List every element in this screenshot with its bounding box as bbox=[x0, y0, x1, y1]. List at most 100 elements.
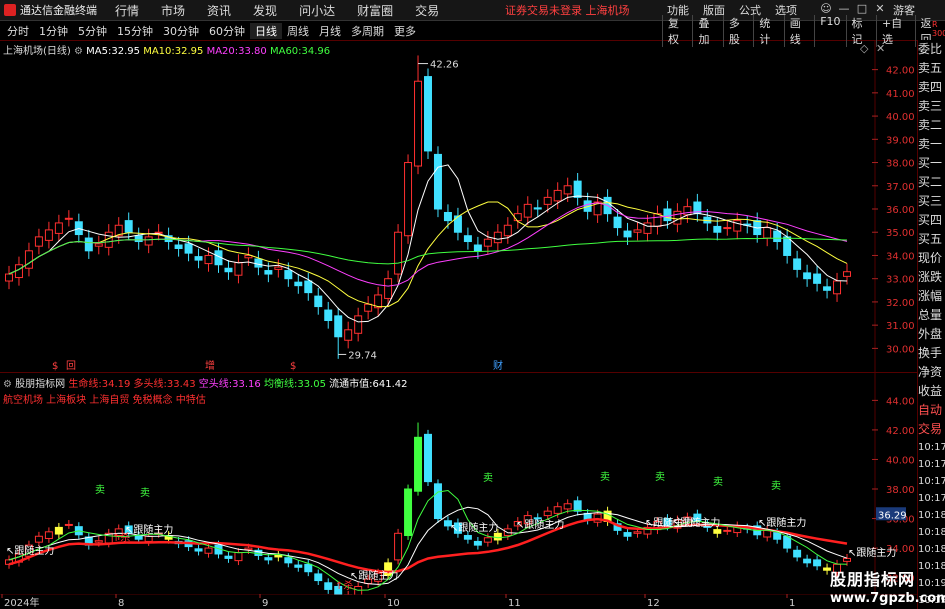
sub-candle-body bbox=[573, 500, 582, 512]
minimize-icon[interactable]: — bbox=[838, 3, 850, 15]
side-item: 外盘 bbox=[918, 327, 943, 341]
date-tick-label: 8 bbox=[118, 598, 124, 609]
period-tab-monthly[interactable]: 月线 bbox=[314, 23, 346, 39]
balance-line bbox=[8, 489, 848, 591]
sub-candle-body bbox=[234, 552, 243, 562]
ma20-line bbox=[8, 202, 848, 287]
side-item: 买二 bbox=[918, 175, 943, 189]
period-tab-15min[interactable]: 15分钟 bbox=[112, 23, 158, 39]
period-tab-60min[interactable]: 60分钟 bbox=[204, 23, 250, 39]
price-tick-label: 30.00 bbox=[886, 344, 915, 355]
candle-body bbox=[124, 220, 133, 233]
side-item: 买一 bbox=[918, 156, 943, 170]
sub-candle-body bbox=[204, 547, 213, 554]
candle-body bbox=[254, 258, 263, 268]
side-item: 收益 bbox=[918, 384, 943, 398]
candle-body bbox=[134, 235, 143, 243]
menu-item-discover[interactable]: 发现 bbox=[242, 2, 288, 19]
menu-item-wealth[interactable]: 财富圈 bbox=[346, 2, 404, 19]
period-tab-30min[interactable]: 30分钟 bbox=[158, 23, 204, 39]
maximize-icon[interactable]: □ bbox=[856, 3, 868, 15]
period-tab-1min[interactable]: 1分钟 bbox=[34, 23, 73, 39]
sub-tick-label: 40.00 bbox=[886, 455, 915, 466]
menu-item-market[interactable]: 市场 bbox=[150, 2, 196, 19]
sub-candle-body bbox=[623, 532, 632, 537]
price-tick-label: 40.00 bbox=[886, 112, 915, 123]
period-tab-5min[interactable]: 5分钟 bbox=[73, 23, 112, 39]
candle-body bbox=[304, 280, 313, 294]
candle-body bbox=[813, 273, 822, 284]
sub-candle-body bbox=[64, 523, 73, 526]
period-tab-more[interactable]: 更多 bbox=[389, 23, 421, 39]
price-tick-label: 34.00 bbox=[886, 251, 915, 262]
candle-body bbox=[364, 303, 373, 312]
candle-body bbox=[94, 243, 103, 247]
candle-body bbox=[623, 230, 632, 238]
main-candlestick-chart[interactable]: 42.00 41.00 40.00 39.00 38.00 37.00 36.00 35.00… bbox=[0, 40, 917, 372]
candle-body bbox=[503, 224, 512, 237]
menu-item-news[interactable]: 资讯 bbox=[196, 2, 242, 19]
candle-body bbox=[34, 236, 43, 247]
menu-item-quotes[interactable]: 行情 bbox=[104, 2, 150, 19]
sub-candle-body bbox=[284, 557, 293, 564]
indicator-chart[interactable]: 44.0042.0040.0038.0036.0034.0032.0036.29… bbox=[0, 373, 917, 595]
close-icon[interactable]: ✕ bbox=[874, 3, 886, 15]
candle-body bbox=[84, 237, 93, 252]
candle-body bbox=[843, 271, 852, 277]
side-item: 买五 bbox=[918, 232, 943, 246]
sub-candle-body bbox=[633, 531, 642, 534]
date-tick-label: 2024年 bbox=[4, 596, 39, 609]
sub-candle-body bbox=[144, 535, 153, 542]
quote-side-panel: R 300 委比 卖五 卖四 卖三 卖二 卖一 买一 买二 买三 买四 买五 现价 涨跌 涨幅 总量 外盘 换手… bbox=[917, 20, 945, 609]
side-item: 卖四 bbox=[918, 80, 943, 94]
indicator-panel[interactable]: ⚙ 股朋指标网 生命线:34.19 多头线:33.43 空头线:33.16 均衡… bbox=[0, 372, 917, 595]
sub-tick-label: 42.00 bbox=[886, 426, 915, 437]
menu-item-trade[interactable]: 交易 bbox=[404, 2, 450, 19]
sub-candle-body bbox=[324, 582, 333, 590]
candle-body bbox=[653, 213, 662, 227]
period-tab-timeshare[interactable]: 分时 bbox=[2, 23, 34, 39]
event-marker: 财 bbox=[493, 359, 503, 372]
candle-body bbox=[553, 189, 562, 202]
side-item: 卖二 bbox=[918, 118, 943, 132]
sub-candle-body bbox=[244, 547, 253, 551]
main-chart-panel[interactable]: 上海机场(日线) ⚙ MA5:32.95 MA10:32.95 MA20:33.… bbox=[0, 40, 917, 372]
candle-body bbox=[543, 196, 552, 205]
sub-candle-body bbox=[94, 540, 103, 543]
watermark-title: 股朋指标网 bbox=[830, 570, 916, 589]
candle-body bbox=[44, 229, 53, 241]
side-item: 交易 bbox=[918, 422, 943, 436]
side-item: 卖一 bbox=[918, 137, 943, 151]
candle-body bbox=[384, 278, 393, 299]
side-badge: R 300 bbox=[932, 20, 945, 38]
sub-candle-body bbox=[54, 526, 63, 535]
sub-candle-body bbox=[304, 563, 313, 573]
side-item: 10:17 bbox=[918, 493, 945, 504]
watermark-url: www.7gpzb.com bbox=[830, 591, 945, 606]
follow-signal-label: ↖跟随主力 bbox=[758, 516, 806, 529]
candle-body bbox=[463, 235, 472, 243]
period-tab-weekly[interactable]: 周线 bbox=[282, 23, 314, 39]
candle-body bbox=[663, 208, 672, 222]
side-items: 委比 卖五 卖四 卖三 卖二 卖一 买一 买二 买三 买四 买五 现价 涨跌 涨幅 总量 外盘 换手 净资 收益 自动… bbox=[918, 40, 945, 609]
side-item: 净资 bbox=[918, 365, 943, 379]
period-tab-daily[interactable]: 日线 bbox=[250, 22, 282, 39]
sell-signal-label: 卖 bbox=[600, 471, 610, 483]
sub-tick-label: 38.00 bbox=[886, 485, 915, 496]
sub-candle-body bbox=[404, 488, 413, 537]
login-status[interactable]: 证券交易未登录 上海机场 bbox=[505, 2, 630, 18]
side-item: 10:18 bbox=[918, 510, 945, 521]
sell-signal-label: 卖 bbox=[713, 476, 723, 488]
app-logo-icon bbox=[4, 4, 16, 16]
period-tab-multi[interactable]: 多周期 bbox=[346, 23, 389, 39]
side-item: 涨跌 bbox=[918, 270, 943, 284]
candle-body bbox=[793, 258, 802, 270]
sub-candle-body bbox=[264, 557, 273, 561]
user-icon[interactable]: ☺ bbox=[820, 3, 832, 15]
event-marker: $ bbox=[52, 361, 58, 372]
candle-body bbox=[354, 315, 363, 334]
price-tick-label: 36.00 bbox=[886, 205, 915, 216]
candle-body bbox=[344, 329, 353, 341]
candle-body bbox=[513, 213, 522, 222]
menu-item-ask[interactable]: 问小达 bbox=[288, 2, 346, 19]
